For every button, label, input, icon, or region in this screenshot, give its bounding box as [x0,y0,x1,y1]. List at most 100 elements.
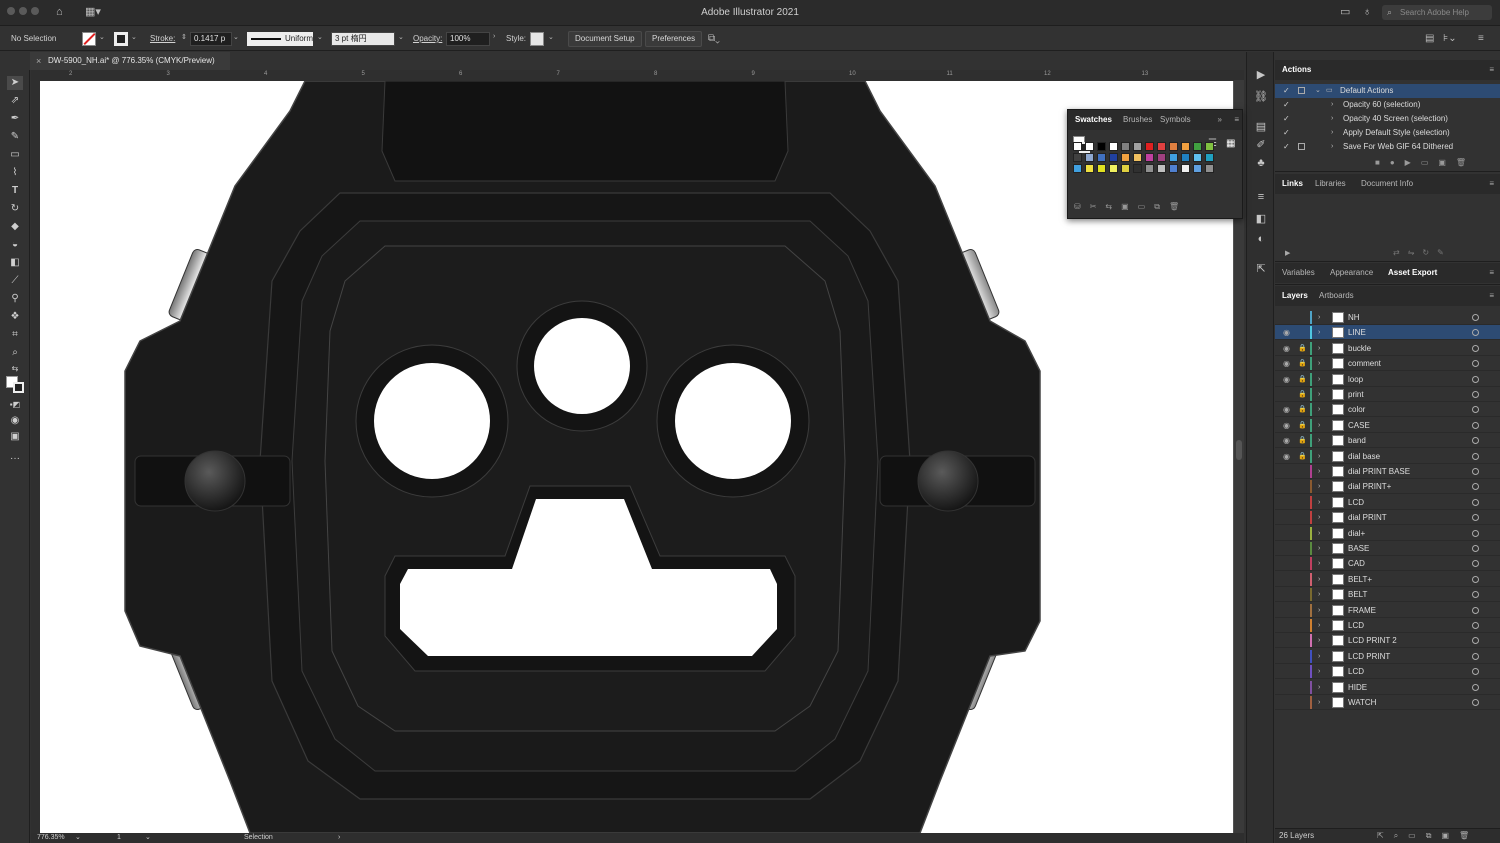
expand-layer-chevron-icon[interactable]: › [1318,356,1320,371]
document-tab[interactable]: × DW-5900_NH.ai* @ 776.35% (CMYK/Preview… [30,52,230,70]
pen-tool-icon[interactable]: ✒ [7,112,23,126]
layer-name[interactable]: buckle [1348,341,1371,356]
tab-links[interactable]: Links [1282,174,1303,194]
color-swatch[interactable] [1097,153,1106,162]
export-panel-icon[interactable]: ⇱ [1254,262,1268,276]
tab-swatches[interactable]: Swatches [1075,110,1112,130]
color-swatch[interactable] [1157,153,1166,162]
document-setup-button[interactable]: Document Setup [568,31,642,47]
expand-layer-chevron-icon[interactable]: › [1318,633,1320,648]
color-swatch[interactable] [1109,153,1118,162]
expand-layer-chevron-icon[interactable]: › [1318,680,1320,695]
layer-row[interactable]: › LCD [1275,618,1500,633]
artboard-number[interactable]: 1 [117,833,121,843]
lightbulb-icon[interactable]: ♁ [1363,6,1371,19]
layer-target-icon[interactable] [1472,514,1479,522]
color-swatch[interactable] [1181,142,1190,151]
layer-row[interactable]: › BELT [1275,587,1500,603]
expand-layer-chevron-icon[interactable]: › [1318,479,1320,494]
color-swatch[interactable] [1097,164,1106,173]
symbol-sprayer-tool-icon[interactable]: ❖ [7,310,23,324]
layer-target-icon[interactable] [1472,375,1479,383]
scrollbar-thumb[interactable] [1236,440,1242,460]
visibility-eye-icon[interactable]: ◉ [1283,402,1290,417]
layer-name[interactable]: CASE [1348,418,1370,433]
tab-layers[interactable]: Layers [1282,286,1308,306]
color-swatch[interactable] [1109,164,1118,173]
opacity-label[interactable]: Opacity: [413,33,442,45]
tab-document-info[interactable]: Document Info [1361,174,1413,194]
lock-icon[interactable]: 🔒 [1298,387,1307,402]
expand-layer-chevron-icon[interactable]: › [1318,372,1320,387]
layer-target-icon[interactable] [1472,637,1479,645]
screen-mode-icon[interactable]: ▣ [7,430,23,444]
expand-layer-chevron-icon[interactable]: › [1318,572,1320,587]
layer-row[interactable]: › dial PRINT BASE [1275,464,1500,479]
profile-dropdown-icon[interactable]: ⌄ [317,33,323,41]
stroke-stepper-icon[interactable]: ⇕ [181,33,187,41]
layer-name[interactable]: dial base [1348,449,1380,464]
transparency-panel-icon[interactable]: ◧ [1254,212,1268,226]
layer-target-icon[interactable] [1472,421,1479,429]
layer-name[interactable]: dial+ [1348,526,1365,541]
layer-target-icon[interactable] [1472,575,1479,583]
color-swatch[interactable] [1109,142,1118,151]
fill-swatch[interactable] [82,32,96,46]
layer-target-icon[interactable] [1472,314,1479,321]
layer-name[interactable]: LCD [1348,664,1364,679]
canvas-area[interactable]: 2 3 4 5 6 7 8 9 10 11 12 13 [31,70,1244,833]
layer-row[interactable]: › dial+ [1275,526,1500,541]
close-document-icon[interactable]: × [36,52,41,70]
chevron-right-icon[interactable]: › [1331,140,1333,154]
watch-illustration[interactable] [40,81,1233,833]
expand-layer-chevron-icon[interactable]: › [1318,603,1320,618]
layer-target-icon[interactable] [1472,329,1479,337]
layer-row[interactable]: › BASE [1275,541,1500,556]
layer-row[interactable]: ◉ 🔒 › color [1275,402,1500,418]
direct-selection-tool-icon[interactable]: ⇗ [7,94,23,108]
expand-layer-chevron-icon[interactable]: › [1318,649,1320,664]
layer-target-icon[interactable] [1472,622,1479,629]
action-row[interactable]: ✓ › Opacity 40 Screen (selection) [1275,112,1500,126]
color-swatch[interactable] [1133,142,1142,151]
brush-definition[interactable]: 3 pt 楕円 [331,32,395,46]
layer-target-icon[interactable] [1472,545,1479,552]
color-swatch[interactable] [1145,153,1154,162]
expand-layer-chevron-icon[interactable]: › [1318,510,1320,525]
layer-name[interactable]: NH [1348,310,1360,325]
action-toggle-check-icon[interactable]: ✓ [1283,140,1290,154]
layer-name[interactable]: CAD [1348,556,1365,571]
color-swatch[interactable] [1133,164,1142,173]
tab-artboards[interactable]: Artboards [1319,286,1354,306]
action-toggle-check-icon[interactable]: ✓ [1283,84,1290,98]
chevron-down-icon[interactable]: ⌄ [1315,84,1321,98]
zoom-level[interactable]: 776.35% [37,833,65,843]
opacity-field[interactable]: 100% [446,32,490,46]
zoom-dropdown-icon[interactable]: ⌄ [75,833,81,843]
selection-tool-icon[interactable]: ➤ [7,76,23,90]
color-swatch[interactable] [1145,164,1154,173]
color-swatch[interactable] [1157,164,1166,173]
layer-target-icon[interactable] [1472,437,1479,445]
color-swatch[interactable] [1181,164,1190,173]
graphic-style-swatch[interactable] [530,32,544,46]
artboard-dropdown-icon[interactable]: ⌄ [145,833,151,843]
layer-target-icon[interactable] [1472,498,1479,506]
layer-name[interactable]: print [1348,387,1364,402]
color-swatch[interactable] [1085,142,1094,151]
expand-layer-chevron-icon[interactable]: › [1318,464,1320,479]
lock-icon[interactable]: 🔒 [1298,356,1307,371]
arrange-documents-icon[interactable]: ▭ [1340,6,1350,19]
layer-target-icon[interactable] [1472,406,1479,414]
layer-name[interactable]: comment [1348,356,1381,371]
layer-name[interactable]: LINE [1348,325,1366,340]
action-row[interactable]: ✓ › Apply Default Style (selection) [1275,126,1500,140]
color-swatch[interactable] [1121,164,1130,173]
layer-row[interactable]: › LCD PRINT 2 [1275,633,1500,649]
grid-view-icon[interactable]: ▦ [1226,138,1235,149]
color-swatch[interactable] [1145,142,1154,151]
layer-name[interactable]: band [1348,433,1366,448]
expand-layer-chevron-icon[interactable]: › [1318,695,1320,710]
action-toggle-check-icon[interactable]: ✓ [1283,126,1290,140]
eraser-tool-icon[interactable]: ◆ [7,220,23,234]
